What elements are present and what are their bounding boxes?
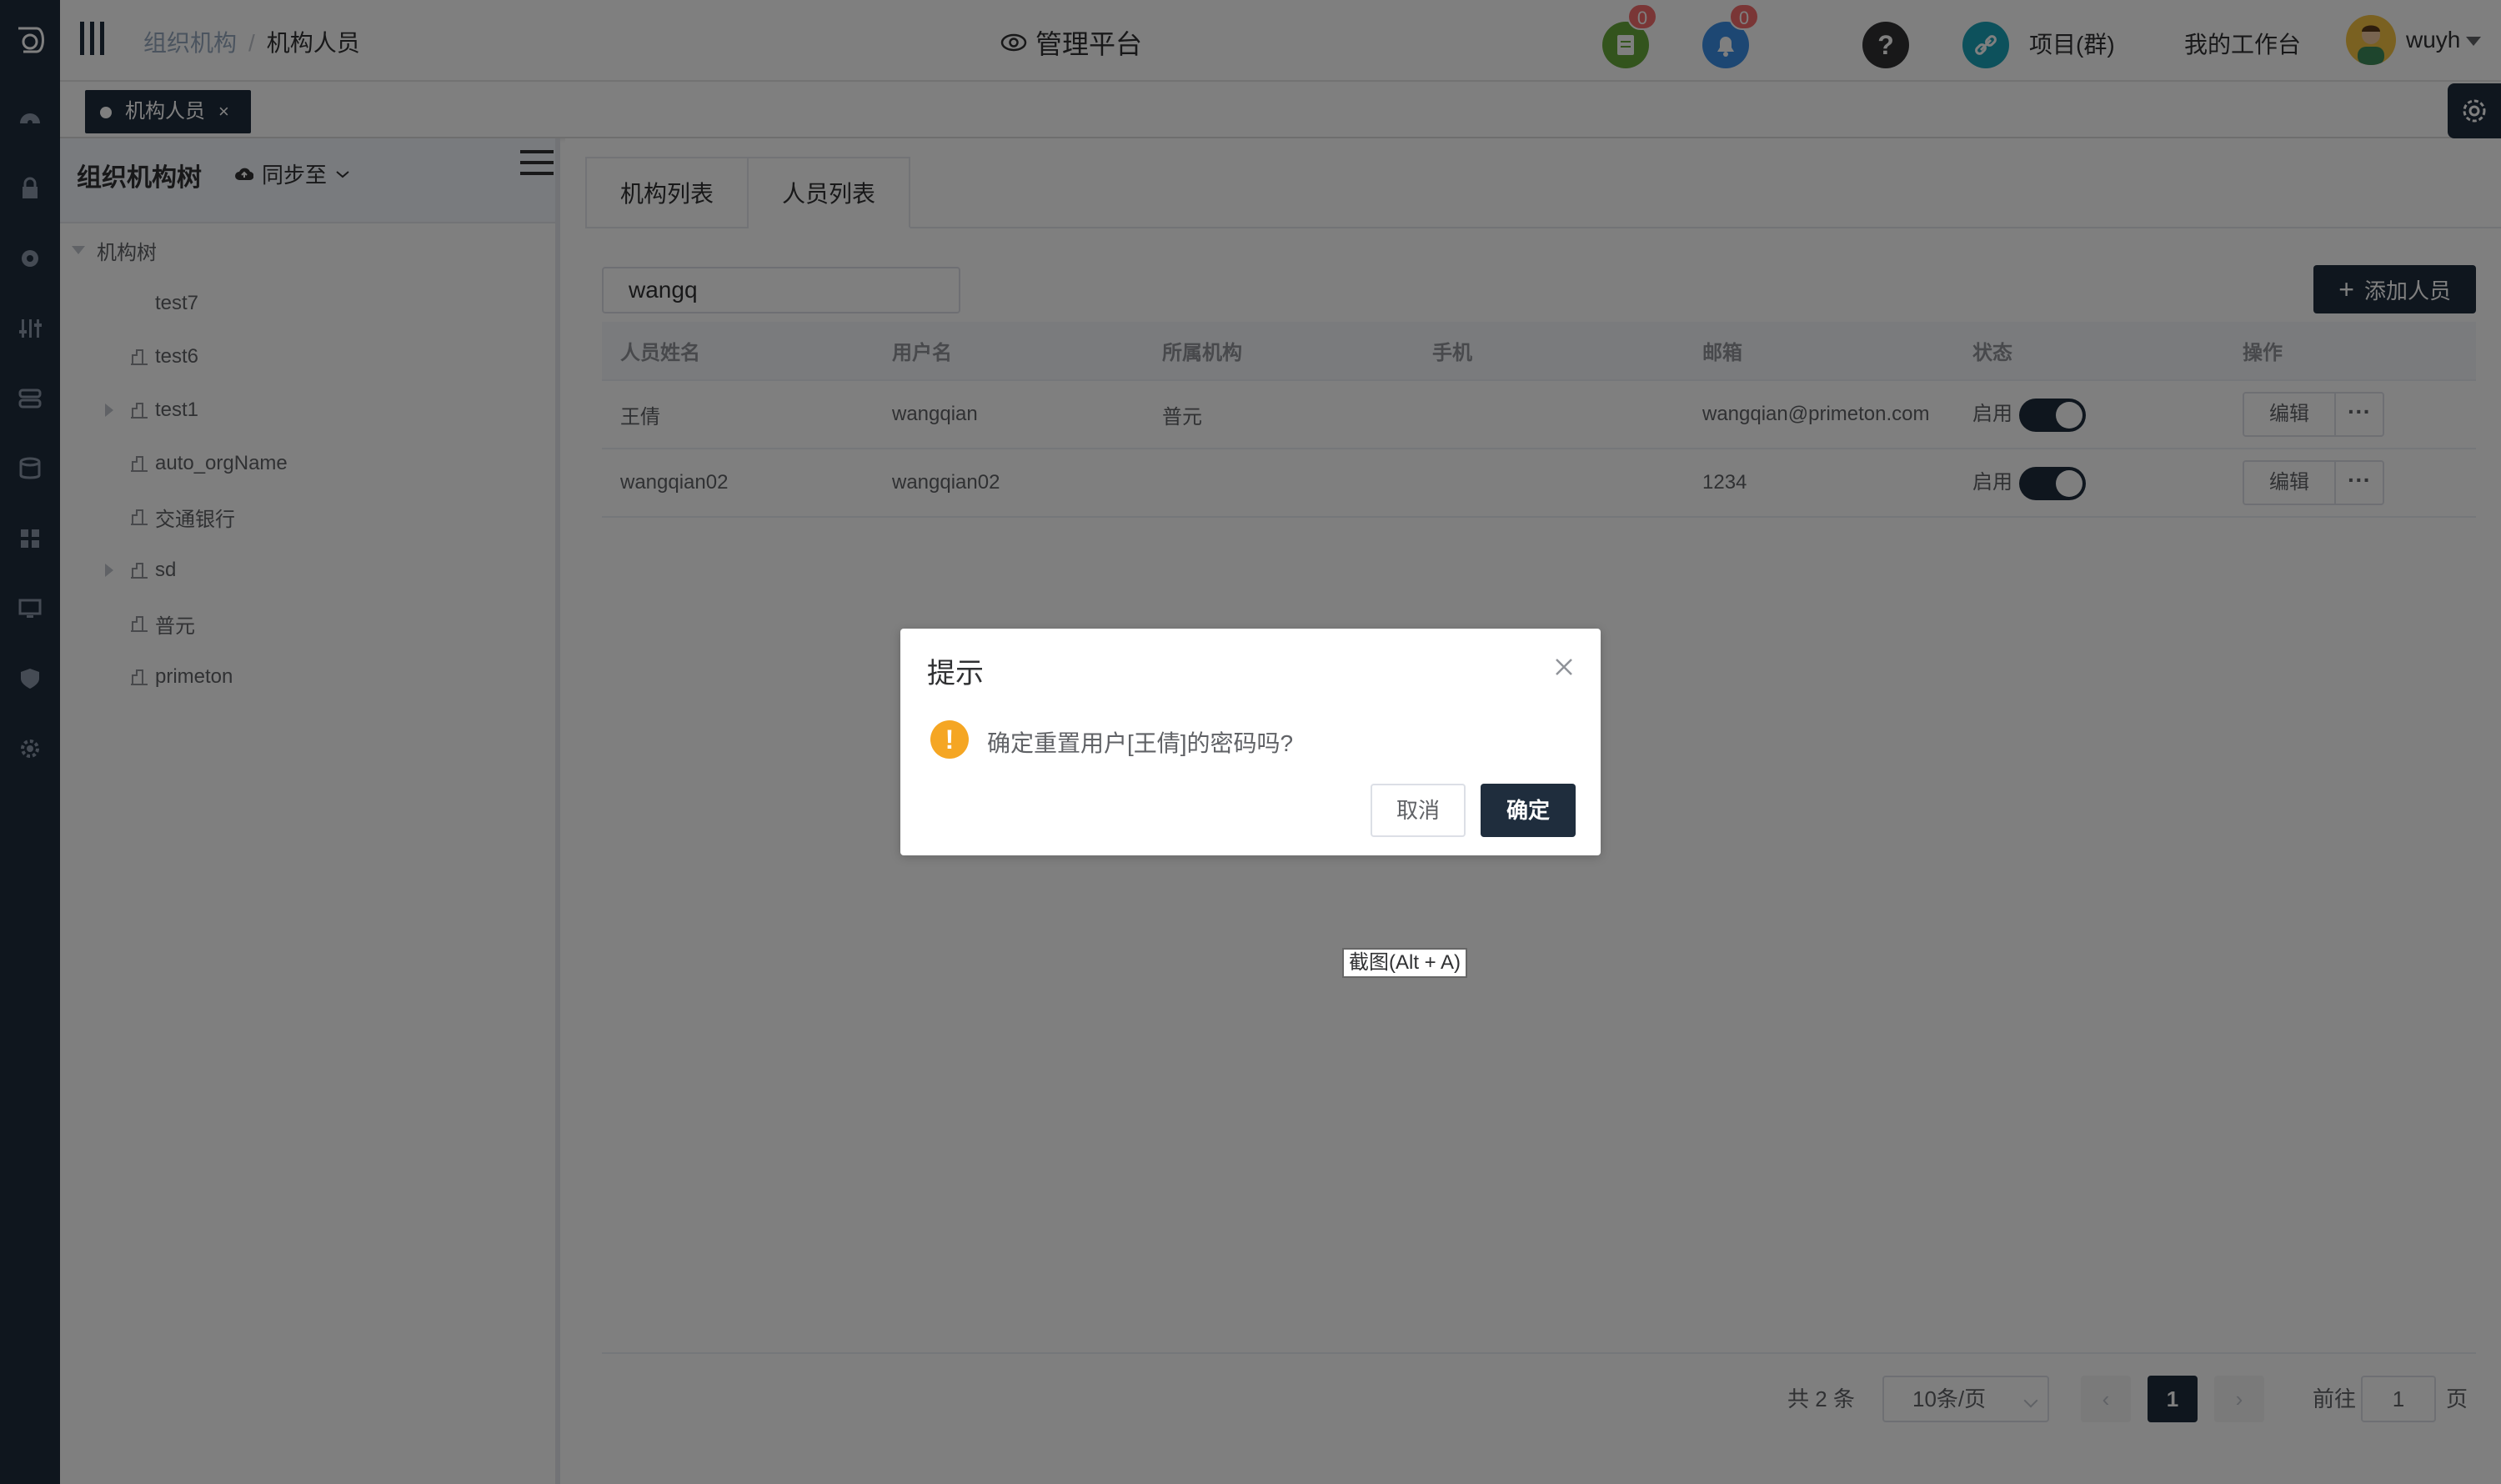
confirm-dialog: 提示 ! 确定重置用户[王倩]的密码吗? 取消 确定 [900, 629, 1601, 855]
screenshot-tooltip: 截图(Alt + A) [1342, 948, 1468, 978]
cancel-button[interactable]: 取消 [1371, 784, 1466, 837]
confirm-button[interactable]: 确定 [1481, 784, 1576, 837]
dialog-message: 确定重置用户[王倩]的密码吗? [987, 730, 1294, 756]
warning-icon: ! [930, 720, 969, 759]
close-icon[interactable] [1554, 657, 1574, 677]
dialog-title: 提示 [927, 658, 984, 689]
